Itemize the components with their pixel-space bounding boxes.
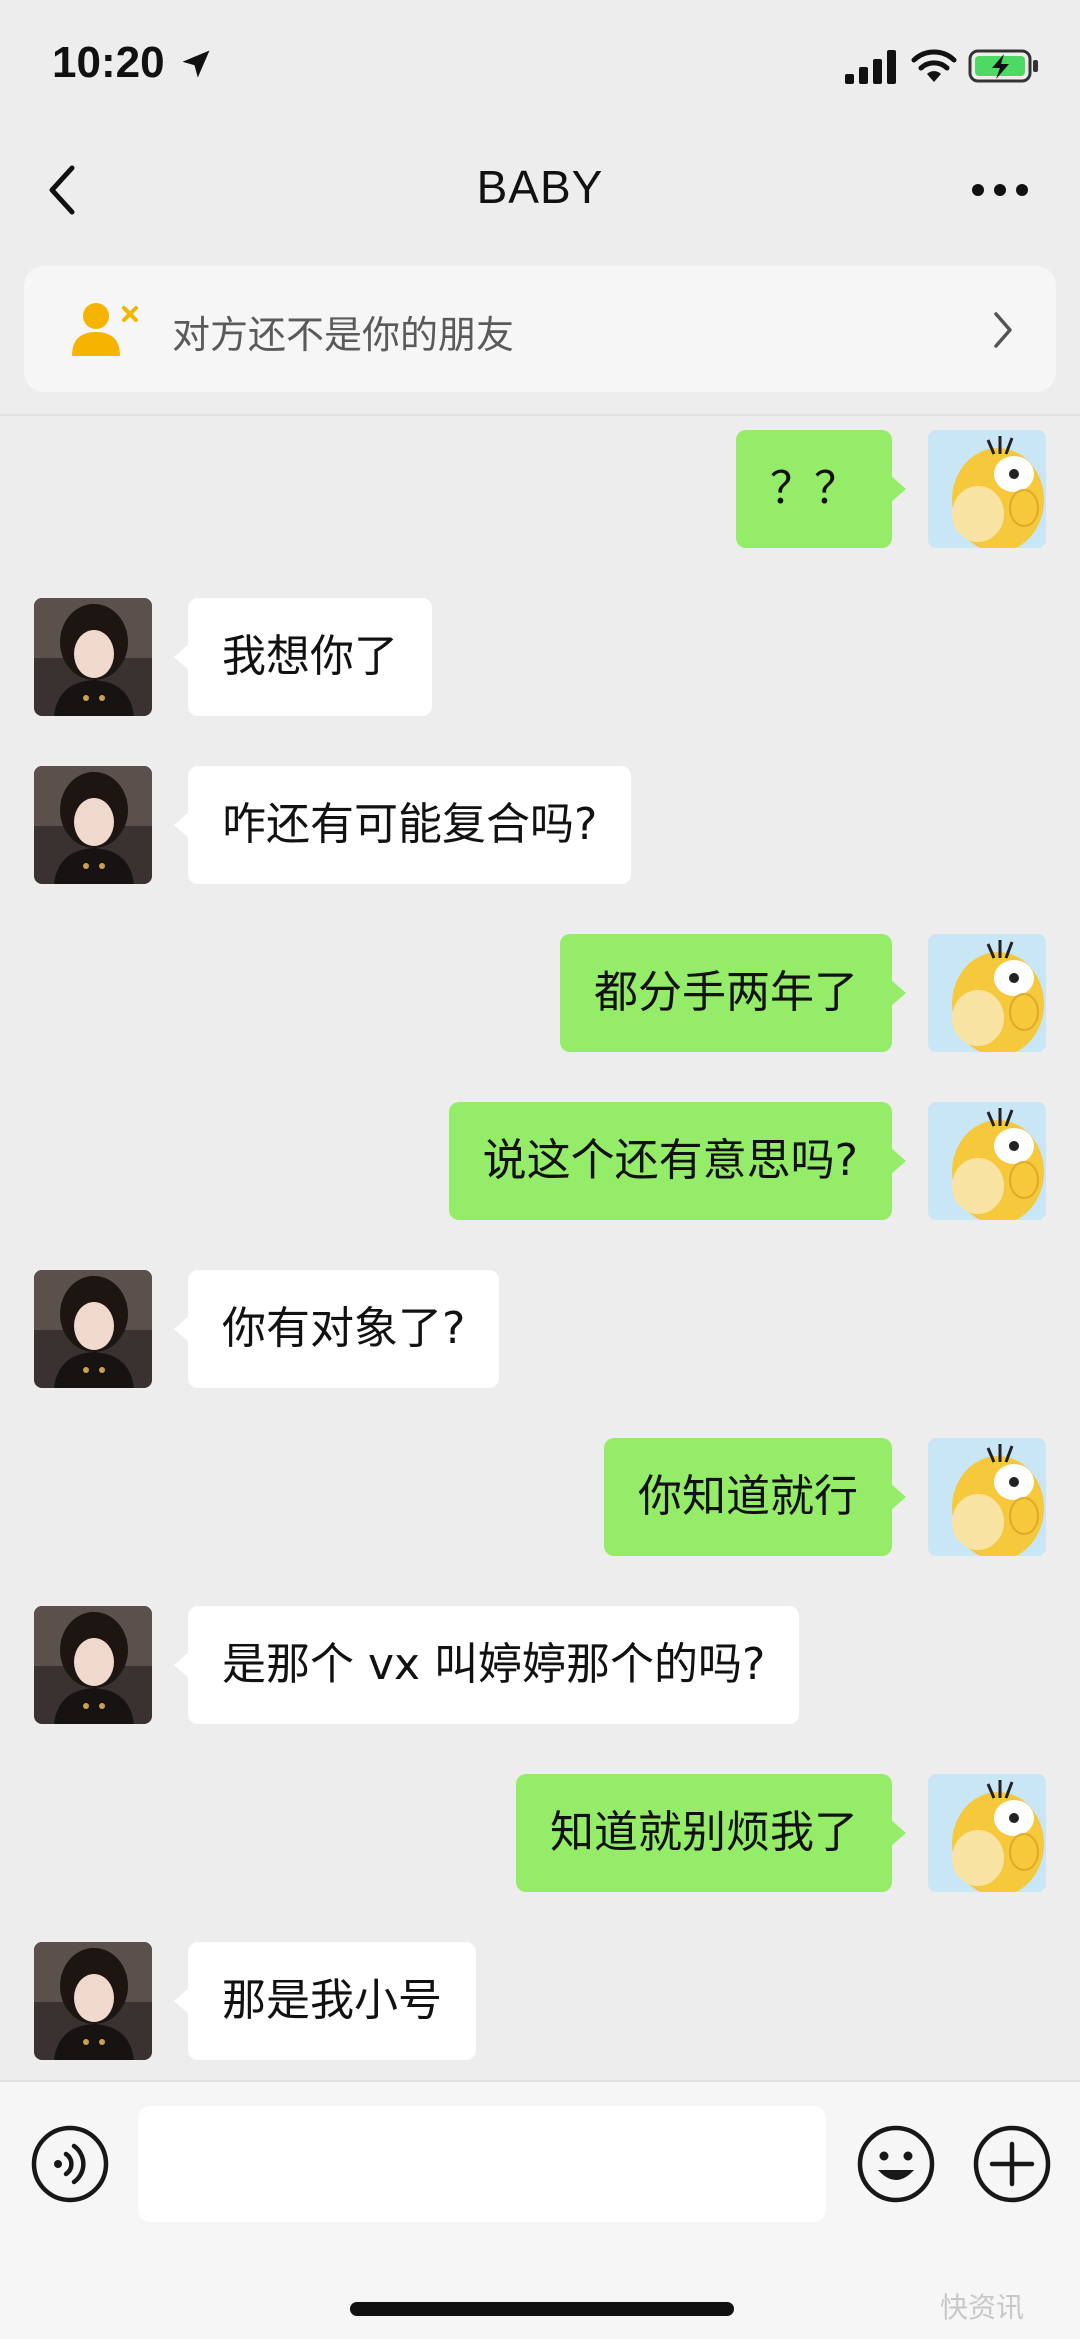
message-bubble[interactable]: 是那个 vx 叫婷婷那个的吗?: [173, 1606, 800, 1724]
incoming-message: 咋还有可能复合吗?: [0, 766, 1080, 884]
outgoing-message: 知道就别烦我了: [0, 1774, 1080, 1892]
wifi-icon: [911, 49, 957, 82]
status-bar: 10:20: [0, 0, 1080, 130]
contact-avatar[interactable]: [34, 1606, 152, 1724]
chat-title: BABY: [476, 161, 604, 213]
plus-icon[interactable]: [972, 2124, 1052, 2204]
location-arrow-icon: [182, 50, 210, 78]
my-avatar[interactable]: [928, 934, 1046, 1052]
my-avatar[interactable]: [928, 1774, 1046, 1892]
my-avatar[interactable]: [928, 430, 1046, 548]
battery-charging-icon: [968, 49, 1038, 83]
input-bar: [0, 2080, 1080, 2339]
nav-bar: BABY: [0, 130, 1080, 250]
contact-avatar[interactable]: [34, 598, 152, 716]
emoji-icon[interactable]: [856, 2124, 936, 2204]
message-input[interactable]: [138, 2106, 826, 2222]
watermark: 快资讯: [940, 2291, 1025, 2324]
message-bubble[interactable]: 咋还有可能复合吗?: [173, 766, 632, 884]
person-x-icon: [72, 303, 138, 356]
outgoing-message: 都分手两年了: [0, 934, 1080, 1052]
message-bubble[interactable]: 知道就别烦我了: [516, 1774, 906, 1892]
home-indicator[interactable]: [350, 2302, 734, 2316]
my-avatar[interactable]: [928, 1102, 1046, 1220]
contact-avatar[interactable]: [34, 1942, 152, 2060]
not-friend-text: 对方还不是你的朋友: [172, 313, 515, 357]
cellular-signal-icon: [845, 50, 896, 84]
outgoing-message: 你知道就行: [0, 1438, 1080, 1556]
voice-icon[interactable]: [30, 2124, 110, 2204]
divider: [0, 414, 1080, 416]
more-dots-icon[interactable]: [970, 182, 1030, 198]
message-bubble[interactable]: 那是我小号: [174, 1942, 476, 2060]
message-bubble[interactable]: 你知道就行: [604, 1438, 906, 1556]
outgoing-message: 说这个还有意思吗?: [0, 1102, 1080, 1220]
contact-avatar[interactable]: [34, 766, 152, 884]
message-bubble[interactable]: ？？: [736, 430, 906, 548]
incoming-message: 你有对象了?: [0, 1270, 1080, 1388]
my-avatar[interactable]: [928, 1438, 1046, 1556]
contact-avatar[interactable]: [34, 1270, 152, 1388]
incoming-message: 是那个 vx 叫婷婷那个的吗?: [0, 1606, 1080, 1724]
incoming-message: 那是我小号: [0, 1942, 1080, 2060]
chevron-right-icon: [994, 312, 1012, 348]
message-bubble[interactable]: 你有对象了?: [173, 1270, 500, 1388]
incoming-message: 我想你了: [0, 598, 1080, 716]
message-bubble[interactable]: 我想你了: [174, 598, 432, 716]
message-bubble[interactable]: 说这个还有意思吗?: [448, 1102, 907, 1220]
outgoing-message: ？？: [0, 430, 1080, 548]
status-time: 10:20: [52, 38, 165, 87]
message-bubble[interactable]: 都分手两年了: [560, 934, 906, 1052]
not-friend-banner[interactable]: 对方还不是你的朋友: [24, 266, 1056, 392]
